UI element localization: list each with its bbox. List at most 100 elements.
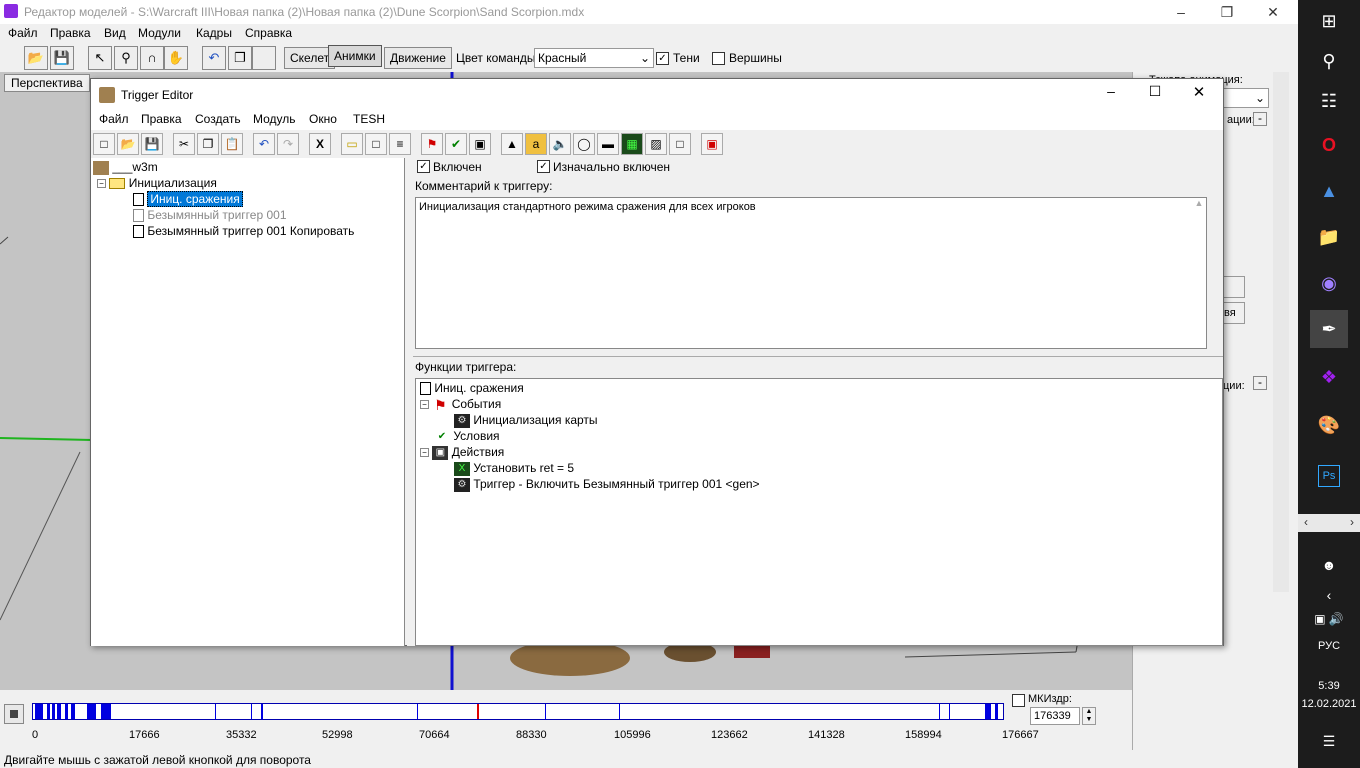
photoshop-icon[interactable]: Ps	[1310, 454, 1348, 492]
copy-icon[interactable]: ❐	[197, 133, 219, 155]
mk-spinner[interactable]: ▲ ▼	[1082, 707, 1096, 725]
paint-icon[interactable]: 🎨	[1310, 406, 1348, 444]
copy-icon[interactable]: ❐	[228, 46, 252, 70]
collapse-icon[interactable]: −	[97, 179, 106, 189]
initially-enabled-checkbox[interactable]: ✓	[537, 160, 550, 173]
comment-scrollbar[interactable]: ▲	[1192, 198, 1206, 348]
playhead-marker[interactable]	[477, 704, 479, 719]
zoom-icon[interactable]: ⚲	[114, 46, 138, 70]
tree-item[interactable]: Иниц. сражения	[133, 191, 243, 207]
terrain-icon[interactable]: ▲	[501, 133, 523, 155]
taskbar-scroll[interactable]: ‹ ›	[1298, 514, 1360, 532]
minus-button-2[interactable]: -	[1253, 376, 1267, 390]
file-explorer-icon[interactable]: 📁	[1310, 218, 1348, 256]
panel-scrollbar[interactable]	[1273, 72, 1289, 592]
start-icon[interactable]: ⊞	[1310, 2, 1348, 40]
vertices-checkbox[interactable]	[712, 52, 725, 65]
script-icon[interactable]: ▦	[621, 133, 643, 155]
opera-icon[interactable]: O	[1310, 126, 1348, 164]
network-volume-icon[interactable]: ▣ 🔊	[1310, 600, 1348, 638]
minimize-icon[interactable]: –	[1091, 83, 1131, 99]
func-event-item[interactable]: ⚙ Инициализация карты	[454, 413, 598, 428]
func-conditions[interactable]: ✔ Условия	[434, 429, 500, 444]
redo-icon[interactable]: ↷	[277, 133, 299, 155]
open-icon[interactable]: 📂	[117, 133, 139, 155]
select-arrow-icon[interactable]: ↖	[88, 46, 112, 70]
notification-icon[interactable]: ☰	[1310, 722, 1348, 760]
shadows-checkbox[interactable]: ✓	[656, 52, 669, 65]
rotate-icon[interactable]: ∩	[140, 46, 164, 70]
paste-icon[interactable]: 📋	[221, 133, 243, 155]
undo-icon[interactable]: ↶	[202, 46, 226, 70]
warcraft-icon[interactable]: ◉	[1310, 264, 1348, 302]
tab-animations[interactable]: Анимки	[328, 45, 382, 67]
team-color-select[interactable]: Красный ⌄	[534, 48, 654, 68]
blank-tool[interactable]	[252, 46, 276, 70]
test-map-icon[interactable]: ▣	[701, 133, 723, 155]
timeline-track[interactable]	[32, 703, 1004, 720]
menu-frames[interactable]: Кадры	[196, 26, 232, 40]
splitter[interactable]	[413, 356, 1223, 358]
clock-time[interactable]: 5:39	[1298, 680, 1360, 692]
object-icon[interactable]: ▬	[597, 133, 619, 155]
func-actions[interactable]: − ▣ Действия	[420, 445, 504, 460]
export-icon[interactable]: □	[669, 133, 691, 155]
language-indicator[interactable]: РУС	[1298, 640, 1360, 652]
save-icon[interactable]: 💾	[141, 133, 163, 155]
menu-file[interactable]: Файл	[8, 26, 38, 40]
new-comment-icon[interactable]: ≡	[389, 133, 411, 155]
new-action-icon[interactable]: ▣	[469, 133, 491, 155]
enabled-checkbox[interactable]: ✓	[417, 160, 430, 173]
delete-icon[interactable]: X	[309, 133, 331, 155]
mk-checkbox[interactable]	[1012, 694, 1025, 707]
collapse-icon[interactable]: −	[420, 448, 429, 458]
save-icon[interactable]: 💾	[50, 46, 74, 70]
te-menu-edit[interactable]: Правка	[141, 112, 182, 126]
func-events[interactable]: − ⚑ События	[420, 397, 501, 412]
close-icon[interactable]: ✕	[1179, 83, 1219, 101]
tree-root[interactable]: ___w3m	[93, 160, 158, 175]
panel-button-1[interactable]	[1223, 276, 1245, 298]
clock-date[interactable]: 12.02.2021	[1298, 698, 1360, 710]
stop-button[interactable]	[4, 704, 24, 724]
app-icon-2[interactable]: ▲	[1310, 172, 1348, 210]
menu-modules[interactable]: Модули	[138, 26, 181, 40]
func-action-item[interactable]: ⚙ Триггер - Включить Безымянный триггер …	[454, 477, 760, 492]
pan-hand-icon[interactable]: ✋	[164, 46, 188, 70]
minimize-icon[interactable]: –	[1158, 0, 1204, 24]
import-icon[interactable]: ▨	[645, 133, 667, 155]
new-category-icon[interactable]: ▭	[341, 133, 363, 155]
cut-icon[interactable]: ✂	[173, 133, 195, 155]
maximize-icon[interactable]: ☐	[1135, 83, 1175, 100]
animation-select[interactable]: ⌄	[1223, 88, 1269, 108]
func-action-item[interactable]: X Установить ret = 5	[454, 461, 574, 476]
te-menu-create[interactable]: Создать	[195, 112, 241, 126]
new-trigger-icon[interactable]: □	[365, 133, 387, 155]
undo-icon[interactable]: ↶	[253, 133, 275, 155]
te-menu-window[interactable]: Окно	[309, 112, 337, 126]
tree-item[interactable]: Безымянный триггер 001	[133, 208, 287, 223]
restore-icon[interactable]: ❐	[1204, 0, 1250, 24]
func-trigger[interactable]: Иниц. сражения	[420, 381, 524, 396]
text-icon[interactable]: a	[525, 133, 547, 155]
new-condition-icon[interactable]: ✔	[445, 133, 467, 155]
comment-textarea[interactable]: Инициализация стандартного режима сражен…	[415, 197, 1207, 349]
close-icon[interactable]: ✕	[1250, 0, 1296, 24]
model-editor-icon[interactable]: ✒	[1310, 310, 1348, 348]
menu-edit[interactable]: Правка	[50, 26, 91, 40]
menu-help[interactable]: Справка	[245, 26, 292, 40]
new-event-icon[interactable]: ⚑	[421, 133, 443, 155]
search-icon[interactable]: ⚲	[1310, 42, 1348, 80]
perspective-button[interactable]: Перспектива	[4, 74, 90, 92]
open-icon[interactable]: 📂	[24, 46, 48, 70]
task-view-icon[interactable]: ☷	[1310, 82, 1348, 120]
te-menu-module[interactable]: Модуль	[253, 112, 296, 126]
tab-motion[interactable]: Движение	[384, 47, 452, 69]
te-menu-tesh[interactable]: TESH	[353, 112, 385, 126]
tree-folder[interactable]: − Инициализация	[97, 176, 217, 190]
unit-icon[interactable]: ◯	[573, 133, 595, 155]
panel-button-2[interactable]: вя	[1223, 302, 1245, 324]
menu-view[interactable]: Вид	[104, 26, 126, 40]
new-icon[interactable]: □	[93, 133, 115, 155]
te-menu-file[interactable]: Файл	[99, 112, 129, 126]
